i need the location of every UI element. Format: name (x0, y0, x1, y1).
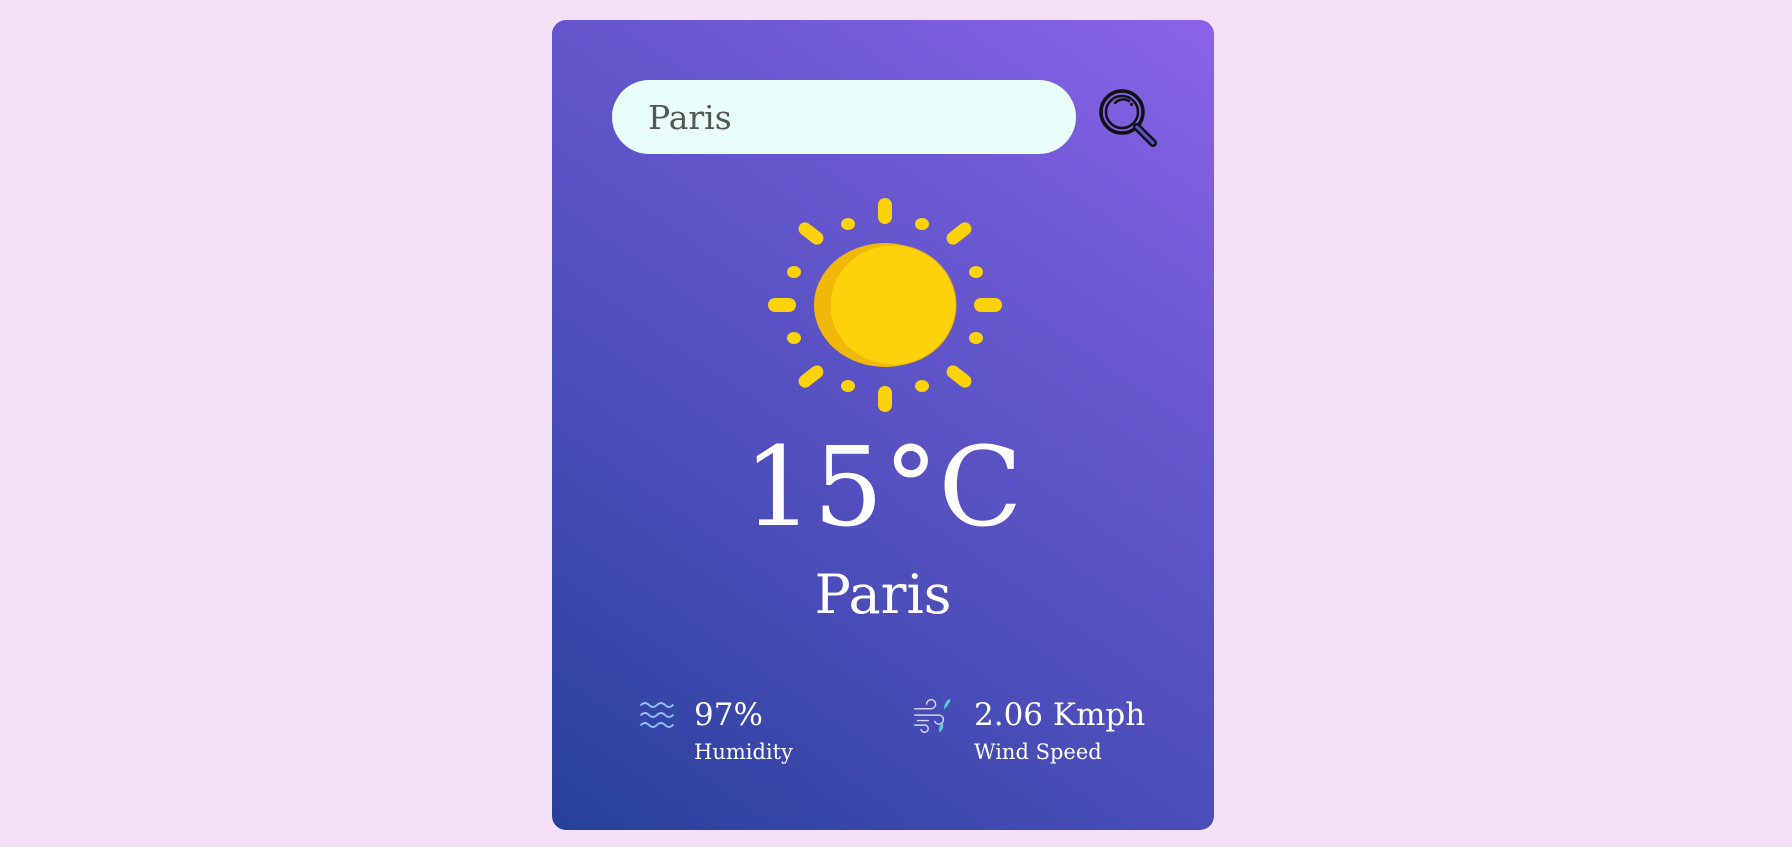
humidity-panel: 97% Humidity (638, 696, 868, 776)
wind-icon (914, 698, 951, 733)
wind-speed-value: 2.06 Kmph (974, 697, 1146, 733)
humidity-label: Humidity (694, 740, 793, 764)
temperature: 15°C (743, 423, 1023, 551)
wind-panel: 2.06 Kmph Wind Speed (912, 696, 1172, 776)
search-button[interactable] (1096, 86, 1160, 150)
city-name: Paris (814, 563, 952, 626)
search-icon (1099, 89, 1157, 147)
search-bar (612, 80, 1162, 156)
wind-speed-label: Wind Speed (974, 740, 1102, 764)
humidity-value: 97% (694, 697, 763, 733)
sun-icon (768, 198, 1002, 412)
search-input[interactable] (612, 80, 1076, 154)
weather-card: 15°C Paris 97% Humidity 2.06 Kmph Wind S… (552, 20, 1214, 830)
humidity-icon (640, 702, 674, 728)
